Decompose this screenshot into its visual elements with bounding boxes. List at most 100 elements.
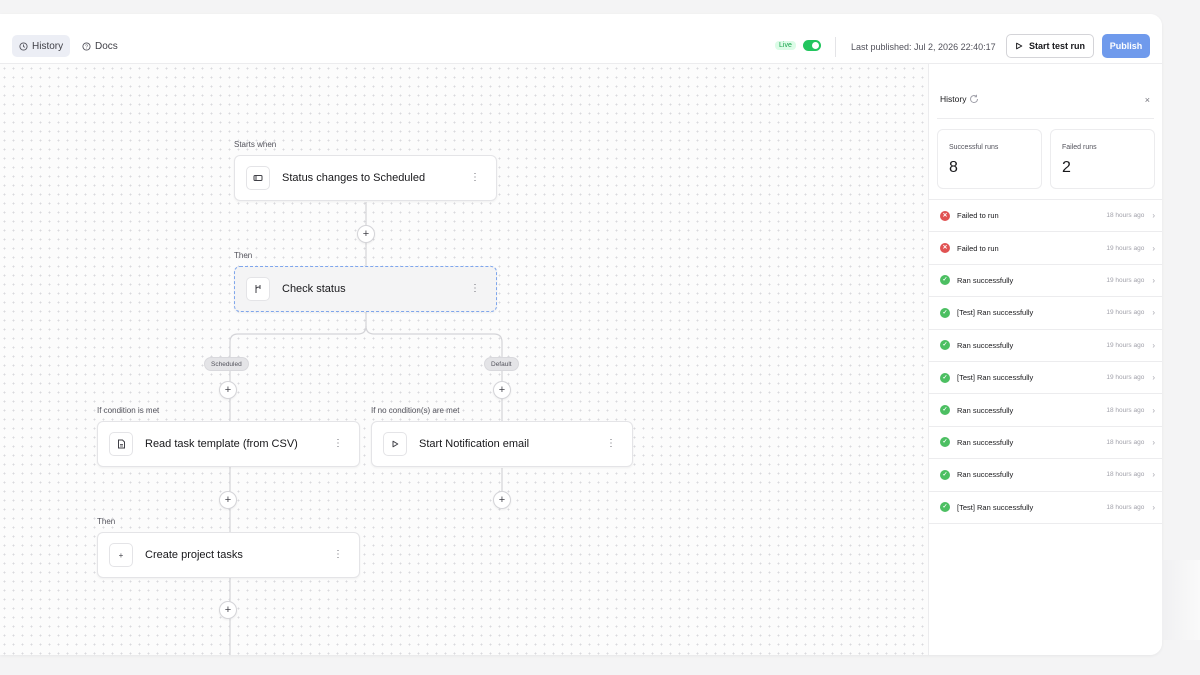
kebab-menu-icon[interactable]: ⋮ — [333, 439, 343, 449]
backdrop-edge — [1162, 560, 1200, 640]
kebab-menu-icon[interactable]: ⋮ — [333, 550, 343, 560]
live-badge: Live — [775, 41, 796, 50]
chevron-right-icon: › — [1152, 373, 1155, 383]
chevron-right-icon: › — [1152, 340, 1155, 350]
kebab-menu-icon[interactable]: ⋮ — [606, 439, 616, 449]
check-status-title: Check status — [282, 283, 346, 295]
run-timestamp: 18 hours ago — [1106, 503, 1145, 511]
check-circle-icon: ✓ — [940, 275, 950, 286]
trigger-node[interactable]: Status changes to Scheduled ⋮ — [234, 155, 497, 201]
run-status-label: [Test] Ran successfully — [957, 308, 1034, 318]
check-circle-icon: ✓ — [940, 372, 950, 383]
run-status-label: Failed to run — [957, 243, 999, 253]
run-status-label: Ran successfully — [957, 340, 1014, 350]
check-circle-icon: ✓ — [940, 405, 950, 416]
error-circle-icon: ✕ — [940, 243, 950, 254]
run-history-row[interactable]: ✓ Ran successfully 19 hours ago › — [929, 330, 1162, 362]
run-history-row[interactable]: ✓ Ran successfully 19 hours ago › — [929, 265, 1162, 298]
run-status-label: Ran successfully — [957, 405, 1014, 415]
run-timestamp: 18 hours ago — [1106, 471, 1145, 479]
topbar-divider — [835, 37, 836, 57]
history-panel: History × Successful runs 8 Failed runs … — [928, 64, 1162, 655]
chevron-right-icon: › — [1152, 243, 1155, 253]
run-history-row[interactable]: ✓ Ran successfully 18 hours ago › — [929, 459, 1162, 492]
divider — [937, 118, 1154, 119]
refresh-icon[interactable] — [969, 94, 979, 104]
branch-icon — [246, 277, 270, 301]
notification-title: Start Notification email — [419, 438, 530, 450]
history-button[interactable]: History — [12, 35, 71, 57]
plus-icon: + — [362, 227, 370, 240]
publish-button[interactable]: Publish — [1102, 34, 1150, 58]
run-timestamp: 19 hours ago — [1106, 309, 1145, 317]
run-timestamp: 19 hours ago — [1106, 276, 1145, 284]
plus-icon: + — [498, 383, 506, 396]
history-panel-header: History — [940, 94, 979, 104]
no-condition-label: If no condition(s) are met — [371, 406, 460, 415]
chevron-right-icon: › — [1152, 437, 1155, 447]
docs-button[interactable]: ? Docs — [75, 35, 125, 57]
run-history-row[interactable]: ✕ Failed to run 18 hours ago › — [929, 200, 1162, 233]
read-template-node[interactable]: Read task template (from CSV) ⋮ — [97, 421, 360, 467]
svg-text:?: ? — [85, 44, 88, 50]
then-label: Then — [234, 251, 253, 260]
successful-runs-card: Successful runs 8 — [937, 129, 1042, 189]
trigger-node-title: Status changes to Scheduled — [282, 172, 426, 184]
workflow-app: History ? Docs Live Last published: Jul … — [0, 14, 1162, 655]
run-status-label: Ran successfully — [957, 470, 1014, 480]
condition-met-label: If condition is met — [97, 406, 160, 415]
branch-pill-default[interactable]: Default — [484, 357, 519, 371]
chevron-right-icon: › — [1152, 308, 1155, 318]
check-status-node[interactable]: Check status ⋮ — [234, 266, 497, 312]
failed-runs-count: 2 — [1062, 159, 1071, 176]
check-circle-icon: ✓ — [940, 307, 950, 318]
run-timestamp: 18 hours ago — [1106, 438, 1145, 446]
run-timestamp: 19 hours ago — [1106, 244, 1145, 252]
check-circle-icon: ✓ — [940, 437, 950, 448]
notification-node[interactable]: Start Notification email ⋮ — [371, 421, 633, 467]
plus-icon: + — [498, 493, 506, 506]
top-bar: History ? Docs Live Last published: Jul … — [0, 14, 1162, 64]
run-history-row[interactable]: ✓ [Test] Ran successfully 18 hours ago › — [929, 492, 1162, 524]
live-toggle[interactable] — [803, 40, 821, 51]
run-timestamp: 19 hours ago — [1106, 374, 1145, 382]
add-step-button[interactable]: + — [493, 381, 511, 399]
add-step-button[interactable]: + — [493, 491, 511, 509]
play-icon — [383, 432, 407, 456]
history-button-label: History — [32, 40, 64, 52]
run-timestamp: 18 hours ago — [1106, 212, 1145, 220]
plus-icon: + — [224, 383, 232, 396]
close-icon[interactable]: × — [1145, 95, 1150, 105]
create-tasks-node[interactable]: + Create project tasks ⋮ — [97, 532, 360, 578]
kebab-menu-icon[interactable]: ⋮ — [470, 173, 480, 183]
run-timestamp: 19 hours ago — [1106, 341, 1145, 349]
chevron-right-icon: › — [1152, 275, 1155, 285]
kebab-menu-icon[interactable]: ⋮ — [470, 284, 480, 294]
plus-icon: + — [109, 543, 133, 567]
then-label: Then — [97, 517, 116, 526]
run-history-row[interactable]: ✓ Ran successfully 18 hours ago › — [929, 394, 1162, 427]
document-icon — [109, 432, 133, 456]
failed-runs-card: Failed runs 2 — [1050, 129, 1155, 189]
branch-pill-scheduled[interactable]: Scheduled — [204, 357, 249, 371]
add-step-button[interactable]: + — [219, 491, 237, 509]
chevron-right-icon: › — [1152, 211, 1155, 221]
run-status-label: Ran successfully — [957, 437, 1014, 447]
run-timestamp: 18 hours ago — [1106, 406, 1145, 414]
run-status-label: Failed to run — [957, 211, 999, 221]
add-step-button[interactable]: + — [219, 381, 237, 399]
run-history-row[interactable]: ✓ Ran successfully 18 hours ago › — [929, 427, 1162, 460]
check-circle-icon: ✓ — [940, 340, 950, 351]
play-icon — [1016, 42, 1023, 50]
add-step-button[interactable]: + — [219, 601, 237, 619]
run-history-row[interactable]: ✓ [Test] Ran successfully 19 hours ago › — [929, 297, 1162, 330]
check-circle-icon: ✓ — [940, 502, 950, 513]
help-icon: ? — [82, 41, 91, 51]
add-step-button[interactable]: + — [357, 225, 375, 243]
last-published-text: Last published: Jul 2, 2026 22:40:17 — [851, 42, 996, 52]
workflow-canvas[interactable]: Starts when Status changes to Scheduled … — [0, 64, 928, 655]
history-panel-title: History — [940, 94, 967, 104]
start-test-run-button[interactable]: Start test run — [1006, 34, 1094, 58]
run-history-row[interactable]: ✕ Failed to run 19 hours ago › — [929, 232, 1162, 265]
run-history-row[interactable]: ✓ [Test] Ran successfully 19 hours ago › — [929, 362, 1162, 395]
